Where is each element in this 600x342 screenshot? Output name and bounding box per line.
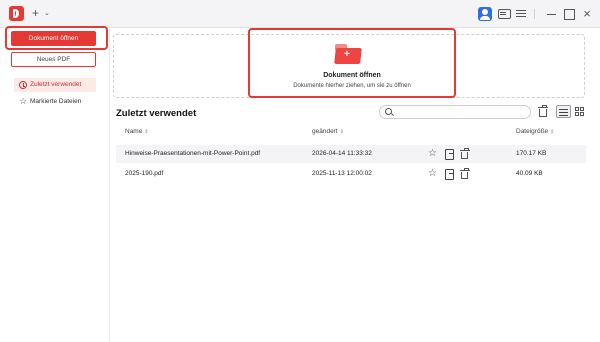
app-logo-icon bbox=[9, 6, 24, 21]
sidebar-item-recent[interactable]: Zuletzt verwendet bbox=[14, 78, 96, 92]
file-name: Hinweise-Praesentationen-mit-Power-Point… bbox=[125, 150, 261, 157]
star-icon: ☆ bbox=[19, 96, 28, 106]
chevron-down-icon[interactable]: ⌄ bbox=[44, 9, 50, 17]
section-title: Zuletzt verwendet bbox=[116, 108, 197, 119]
table-row[interactable]: Hinweise-Praesentationen-mit-Power-Point… bbox=[116, 145, 586, 163]
folder-add-icon[interactable]: + bbox=[334, 44, 362, 64]
column-header-modified[interactable]: geändert ⇕ bbox=[312, 128, 344, 135]
sidebar-item-label: Zuletzt verwendet bbox=[30, 81, 82, 88]
table-row[interactable]: 2025-190.pdf 2025-11-13 12:00:02 ☆ 40.09… bbox=[116, 165, 586, 183]
open-file-icon[interactable] bbox=[444, 149, 454, 160]
sidebar bbox=[0, 28, 110, 342]
delete-icon[interactable] bbox=[460, 148, 470, 159]
column-header-size[interactable]: Dateigröße ⇕ bbox=[516, 128, 554, 135]
maximize-icon[interactable] bbox=[562, 7, 576, 21]
star-icon[interactable]: ☆ bbox=[428, 149, 438, 159]
drop-zone-title: Dokument öffnen bbox=[323, 72, 381, 79]
drop-zone-subtitle: Dokumente hierher ziehen, um sie zu öffn… bbox=[293, 83, 411, 89]
sidebar-item-starred[interactable]: ☆ Markierte Dateien bbox=[14, 95, 96, 109]
file-size: 40.09 KB bbox=[516, 170, 543, 177]
file-modified: 2025-11-13 12:00:02 bbox=[312, 170, 372, 177]
title-bar: + ⌄ × bbox=[0, 0, 600, 28]
delete-icon[interactable] bbox=[460, 168, 470, 179]
new-pdf-button[interactable]: Neues PDF bbox=[11, 52, 96, 67]
trash-icon bbox=[538, 105, 548, 117]
clear-recent-button[interactable] bbox=[538, 105, 548, 117]
column-header-name[interactable]: Name ⇕ bbox=[125, 128, 149, 135]
clock-icon bbox=[19, 81, 27, 89]
search-input[interactable] bbox=[379, 105, 531, 119]
file-size: 170.17 KB bbox=[516, 150, 547, 157]
open-document-button[interactable]: Dokument öffnen bbox=[11, 31, 96, 46]
sidebar-item-label: Markierte Dateien bbox=[30, 98, 82, 105]
sort-icon: ⇕ bbox=[339, 129, 344, 135]
menu-icon[interactable] bbox=[514, 7, 528, 21]
user-icon[interactable] bbox=[478, 7, 492, 21]
titlebar-divider bbox=[534, 9, 535, 19]
sort-icon: ⇕ bbox=[144, 129, 149, 135]
minimize-icon[interactable] bbox=[545, 7, 559, 21]
new-tab-button[interactable]: + bbox=[32, 7, 39, 19]
star-icon[interactable]: ☆ bbox=[428, 169, 438, 179]
plus-icon: + bbox=[344, 49, 350, 60]
search-icon bbox=[385, 108, 392, 115]
chat-icon[interactable] bbox=[497, 7, 511, 21]
list-view-icon[interactable] bbox=[556, 105, 571, 118]
open-file-icon[interactable] bbox=[444, 169, 454, 180]
sort-icon: ⇕ bbox=[550, 129, 555, 135]
file-name: 2025-190.pdf bbox=[125, 170, 164, 177]
grid-view-icon[interactable] bbox=[575, 107, 584, 116]
close-icon[interactable]: × bbox=[580, 7, 594, 21]
file-modified: 2026-04-14 11:33:32 bbox=[312, 150, 372, 157]
